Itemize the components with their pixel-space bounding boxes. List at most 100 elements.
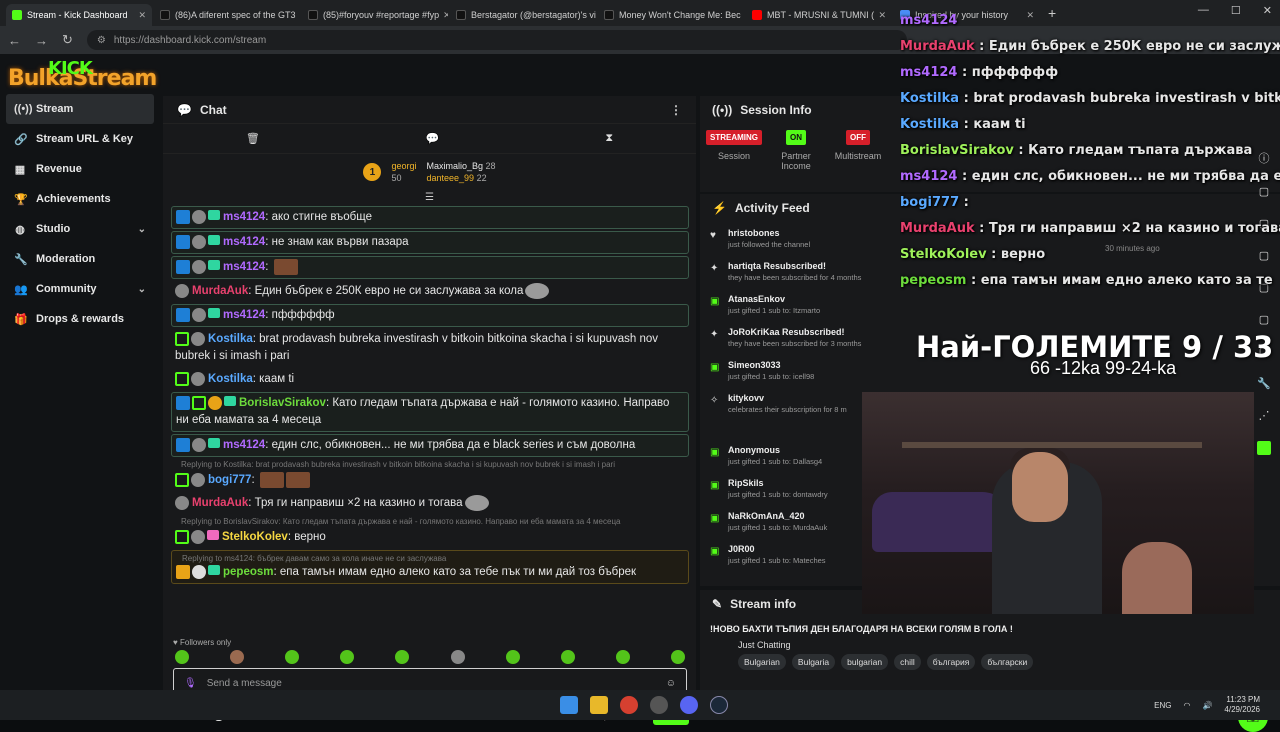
close-tab-icon[interactable]: ✕ <box>296 10 300 21</box>
close-tab-icon[interactable]: ✕ <box>874 10 886 21</box>
username[interactable]: ms4124 <box>223 439 265 451</box>
sidebar-item-community[interactable]: 👥Community⌄ <box>0 274 160 304</box>
emote-icon[interactable] <box>506 650 520 664</box>
kick-app-icon[interactable] <box>1257 441 1271 455</box>
volume-icon[interactable]: 🔊 <box>1202 701 1212 710</box>
minimize-icon[interactable]: — <box>1198 4 1209 17</box>
chrome-icon[interactable] <box>620 696 638 714</box>
url-field[interactable]: ⚙https://dashboard.kick.com/stream <box>87 30 907 50</box>
share-icon[interactable]: ⋰ <box>1259 409 1270 422</box>
close-tab-icon[interactable]: ✕ <box>1022 10 1034 21</box>
activity-name[interactable]: hartiqta Resubscribed! <box>728 261 861 271</box>
sidebar-item-moderation[interactable]: 🔧Moderation <box>0 244 160 274</box>
app-icon[interactable] <box>650 696 668 714</box>
tool-icon[interactable]: ▢ <box>1259 249 1269 262</box>
stream-category[interactable]: Just Chatting <box>700 640 1280 650</box>
tool-icon[interactable]: ▢ <box>1259 281 1269 294</box>
close-window-icon[interactable]: ✕ <box>1263 4 1272 17</box>
site-info-icon[interactable]: ⚙ <box>97 35 106 46</box>
leader-name[interactable]: Maximalio_Bg <box>426 161 483 171</box>
tag[interactable]: Bulgarian <box>738 654 786 670</box>
emote-icon[interactable] <box>340 650 354 664</box>
maximize-icon[interactable]: ☐ <box>1231 4 1241 17</box>
username[interactable]: pepeosm <box>223 566 274 578</box>
username[interactable]: ms4124 <box>223 236 265 248</box>
activity-name[interactable]: JoRoKriKaa Resubscribed! <box>728 327 861 337</box>
sidebar-item-stream[interactable]: ((•))Stream <box>6 94 154 124</box>
sidebar-item-revenue[interactable]: ▦Revenue <box>0 154 160 184</box>
more-options-icon[interactable]: ⋮ <box>670 103 682 117</box>
tag[interactable]: chill <box>894 654 921 670</box>
windows-start-icon[interactable] <box>560 696 578 714</box>
sidebar-item-drops-rewards[interactable]: 🎁Drops & rewards <box>0 304 160 334</box>
emote-icon[interactable] <box>561 650 575 664</box>
emote-icon[interactable] <box>671 650 685 664</box>
browser-tab[interactable]: (85)#foryouv #reportage #fyp✕ <box>302 4 448 26</box>
username[interactable]: ms4124 <box>223 211 265 223</box>
new-tab-icon[interactable]: + <box>1048 5 1056 21</box>
browser-tab[interactable]: Berstagator (@berstagator)'s vi✕ <box>450 4 596 26</box>
hourglass-icon[interactable]: ⧗ <box>605 132 613 145</box>
emote-icon[interactable] <box>285 650 299 664</box>
sidebar-item-studio[interactable]: ◍Studio⌄ <box>0 214 160 244</box>
tag[interactable]: Bulgaria <box>792 654 835 670</box>
emoji-picker-icon[interactable]: ☺ <box>666 678 676 689</box>
leader-name[interactable]: georgi <box>391 161 416 171</box>
activity-name[interactable]: hristobones <box>728 228 810 238</box>
username[interactable]: Kostilka <box>208 333 253 345</box>
system-clock[interactable]: 11:23 PM4/29/2026 <box>1224 695 1260 715</box>
activity-name[interactable]: J0R00 <box>728 544 826 554</box>
chevron-down-icon[interactable]: ⌄ <box>138 284 146 295</box>
username[interactable]: Kostilka <box>208 373 253 385</box>
username[interactable]: BorislavSirakov <box>239 397 326 409</box>
browser-tab[interactable]: Inspired by your history✕ <box>894 4 1040 26</box>
channel-logo[interactable]: BulkaStreamKICK <box>8 66 156 91</box>
steam-icon[interactable] <box>710 696 728 714</box>
close-tab-icon[interactable]: ✕ <box>134 10 146 21</box>
activity-name[interactable]: kitykovv <box>728 393 847 403</box>
sidebar-item-stream-url-key[interactable]: 🔗Stream URL & Key <box>0 124 160 154</box>
multistream-status[interactable]: OFFMultistream <box>832 130 884 171</box>
wifi-icon[interactable]: ◠ <box>1183 701 1190 710</box>
reply-context[interactable]: Replying to ms4124: бъбрек давам само за… <box>176 553 684 564</box>
activity-name[interactable]: RipSkils <box>728 478 828 488</box>
back-icon[interactable]: ← <box>8 33 21 48</box>
activity-name[interactable]: Simeon3033 <box>728 360 814 370</box>
pencil-icon[interactable]: ✎ <box>712 597 722 611</box>
leader-name[interactable]: danteee_99 <box>426 173 474 183</box>
info-icon[interactable]: ⓘ <box>1259 150 1270 166</box>
emote-icon[interactable] <box>175 650 189 664</box>
username[interactable]: MurdaAuk <box>192 285 248 297</box>
emote-icon[interactable] <box>230 650 244 664</box>
tag[interactable]: bulgarian <box>841 654 888 670</box>
collapse-icon[interactable]: ☰ <box>425 192 434 203</box>
language-indicator[interactable]: ENG <box>1154 701 1171 710</box>
discord-icon[interactable] <box>680 696 698 714</box>
activity-name[interactable]: AtanasEnkov <box>728 294 820 304</box>
activity-name[interactable]: Anonymous <box>728 445 822 455</box>
tag[interactable]: български <box>981 654 1033 670</box>
reply-context[interactable]: Replying to BorislavSirakov: Като гледам… <box>171 516 689 527</box>
username[interactable]: MurdaAuk <box>192 497 248 509</box>
browser-tab[interactable]: (86)A diferent spec of the GT3✕ <box>154 4 300 26</box>
forward-icon[interactable]: → <box>35 33 48 48</box>
browser-tab[interactable]: Stream - Kick Dashboard✕ <box>6 4 152 26</box>
chevron-down-icon[interactable]: ⌄ <box>138 224 146 235</box>
username[interactable]: bogi777 <box>208 474 251 486</box>
close-tab-icon[interactable]: ✕ <box>439 10 448 21</box>
trash-icon[interactable]: 🗑 <box>246 132 260 145</box>
partner-income-status[interactable]: ONPartner Income <box>770 130 822 171</box>
activity-name[interactable]: NaRkOmAnA_420 <box>728 511 827 521</box>
sidebar-item-achievements[interactable]: 🏆Achievements <box>0 184 160 214</box>
browser-tab[interactable]: Money Won't Change Me: Bec✕ <box>598 4 744 26</box>
reply-context[interactable]: Replying to Kostilka: brat prodavash bub… <box>171 459 689 470</box>
tool-icon[interactable]: ▢ <box>1259 217 1269 230</box>
reload-icon[interactable]: ↻ <box>62 32 73 48</box>
close-tab-icon[interactable]: ✕ <box>741 10 744 21</box>
tool-icon[interactable]: ▢ <box>1259 313 1269 326</box>
tool-icon[interactable]: ▢ <box>1259 185 1269 198</box>
wrench-icon[interactable]: 🔧 <box>1257 377 1271 390</box>
tag[interactable]: българия <box>927 654 976 670</box>
browser-tab[interactable]: MBT - MRUSNI & TUMNI (✕ <box>746 4 892 26</box>
username[interactable]: ms4124 <box>223 261 265 273</box>
